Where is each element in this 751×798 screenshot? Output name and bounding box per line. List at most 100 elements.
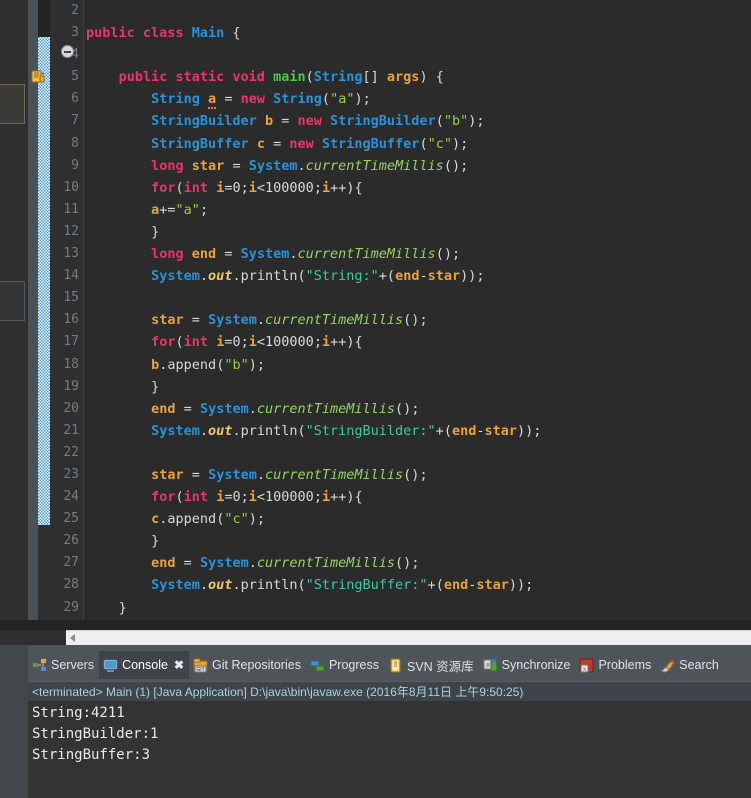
code-line[interactable]: end = System.currentTimeMillis(); [84,398,751,420]
code-line[interactable]: } [84,376,751,398]
line-number: 7 [71,113,79,129]
line-number: 20 [63,400,79,416]
code-line[interactable] [84,44,751,66]
code-line[interactable] [84,287,751,309]
line-number: 10 [63,179,79,195]
tab-label: Git Repositories [212,658,301,672]
tab-label: SVN 资源库 [406,659,474,674]
console-output[interactable]: String:4211 StringBuilder:1 StringBuffer:3 [28,701,751,798]
eclipse-ide-window: 2 3 4 5 6 7 8 9 10 11 12 13 14 15 16 17 18 19 20 21 22 23 24 25… [0,0,751,798]
left-collapsed-view-bar [0,0,28,645]
line-number: 18 [63,356,79,372]
code-line[interactable]: star = System.currentTimeMillis(); [84,464,751,486]
code-line[interactable]: long end = System.currentTimeMillis(); [84,243,751,265]
code-line[interactable]: public class Main { [84,22,751,44]
code-line[interactable] [84,442,751,464]
bottom-panel-tab-bar[interactable]: Servers Console ✖ GIT Git Repositories Progre… [28,651,751,679]
code-line[interactable]: System.out.println("String:"+(end-star))… [84,265,751,287]
change-bar [38,37,50,525]
line-number: 19 [63,378,79,394]
tab-label: Servers [51,658,95,672]
line-number: 9 [71,157,79,173]
tab-problems[interactable]: x Problems [575,651,656,679]
code-line[interactable]: System.out.println("StringBuilder:"+(end… [84,420,751,442]
fold-collapse-icon[interactable] [61,45,74,58]
warning-icon[interactable] [31,69,46,84]
line-number: 29 [63,599,79,615]
git-repositories-icon: GIT [193,658,208,673]
tab-label: Synchronize [501,658,571,672]
gutter-annotation-top [38,0,50,37]
code-line[interactable]: System.out.println("StringBuffer:"+(end-… [84,574,751,596]
code-line[interactable]: for(int i=0;i<100000;i++){ [84,331,751,353]
console-line: StringBuffer:3 [32,747,151,763]
line-number: 21 [63,422,79,438]
line-number: 26 [63,533,79,549]
console-status-line: <terminated> Main (1) [Java Application]… [28,681,751,701]
code-editor-area[interactable]: public class Main { public static void m… [84,0,751,645]
svg-text:GIT: GIT [196,667,204,673]
servers-icon [32,658,47,673]
code-line[interactable]: for(int i=0;i<100000;i++){ [84,177,751,199]
code-line[interactable]: } [84,530,751,552]
console-line: StringBuilder:1 [32,726,159,742]
code-line[interactable]: for(int i=0;i<100000;i++){ [84,486,751,508]
collapsed-view-tab-2[interactable] [0,281,25,321]
line-number: 22 [63,444,79,460]
code-line[interactable]: StringBuilder b = new StringBuilder("b")… [84,110,751,132]
code-line[interactable]: end = System.currentTimeMillis(); [84,552,751,574]
tab-git-repositories[interactable]: GIT Git Repositories [189,651,306,679]
tab-servers[interactable]: Servers [28,651,99,679]
bottom-panel-left-margin [0,645,28,798]
line-number: 8 [71,135,79,151]
scroll-left-arrow-icon[interactable] [70,634,75,642]
line-number: 11 [63,201,79,217]
line-number: 16 [63,312,79,328]
line-number: 12 [63,223,79,239]
line-number: 27 [63,555,79,571]
tab-search[interactable]: Search [656,651,724,679]
editor-horizontal-scrollbar[interactable] [66,630,751,646]
tab-progress[interactable]: Progress [306,651,384,679]
search-icon [660,658,675,673]
editor-bottom-filler [0,620,751,630]
code-line[interactable]: a+="a"; [84,199,751,221]
line-number: 24 [63,489,79,505]
line-number: 23 [63,466,79,482]
tab-synchronize[interactable]: Synchronize [479,651,576,679]
line-number: 17 [63,334,79,350]
line-number: 28 [63,577,79,593]
code-line[interactable]: } [84,221,751,243]
code-line[interactable]: long star = System.currentTimeMillis(); [84,155,751,177]
line-number: 6 [71,91,79,107]
code-line[interactable]: public static void main(String[] args) { [84,66,751,88]
code-line[interactable]: c.append("c"); [84,508,751,530]
code-line[interactable] [84,0,751,22]
problems-icon: x [579,658,594,673]
synchronize-icon [483,658,498,673]
code-line[interactable]: } [84,597,751,619]
scrollbar-left-filler [0,630,66,645]
tab-console[interactable]: Console ✖ [99,651,190,679]
progress-icon [310,658,325,673]
tab-label: Progress [328,658,379,672]
tab-label: Problems [598,658,652,672]
code-line[interactable]: star = System.currentTimeMillis(); [84,309,751,331]
line-number: 5 [71,69,79,85]
line-number: 2 [71,3,79,18]
line-number-ruler: 2 3 4 5 6 7 8 9 10 11 12 13 14 15 16 17 18 19 20 21 22 23 24 25… [50,0,83,681]
code-line[interactable]: String a = new String("a"); [84,88,751,110]
tab-label: Search [679,658,719,672]
svg-text:x: x [583,667,586,673]
code-line[interactable]: b.append("b"); [84,354,751,376]
tab-svn[interactable]: SVN 资源库 [384,651,479,679]
line-number: 15 [63,290,79,306]
close-icon[interactable]: ✖ [174,658,184,672]
console-icon [103,658,118,673]
tab-label: Console [122,658,168,672]
line-number: 13 [63,246,79,262]
console-line: String:4211 [32,705,125,721]
line-number: 3 [71,25,79,41]
code-line[interactable]: StringBuffer c = new StringBuffer("c"); [84,133,751,155]
collapsed-view-tab-1[interactable] [0,84,25,124]
